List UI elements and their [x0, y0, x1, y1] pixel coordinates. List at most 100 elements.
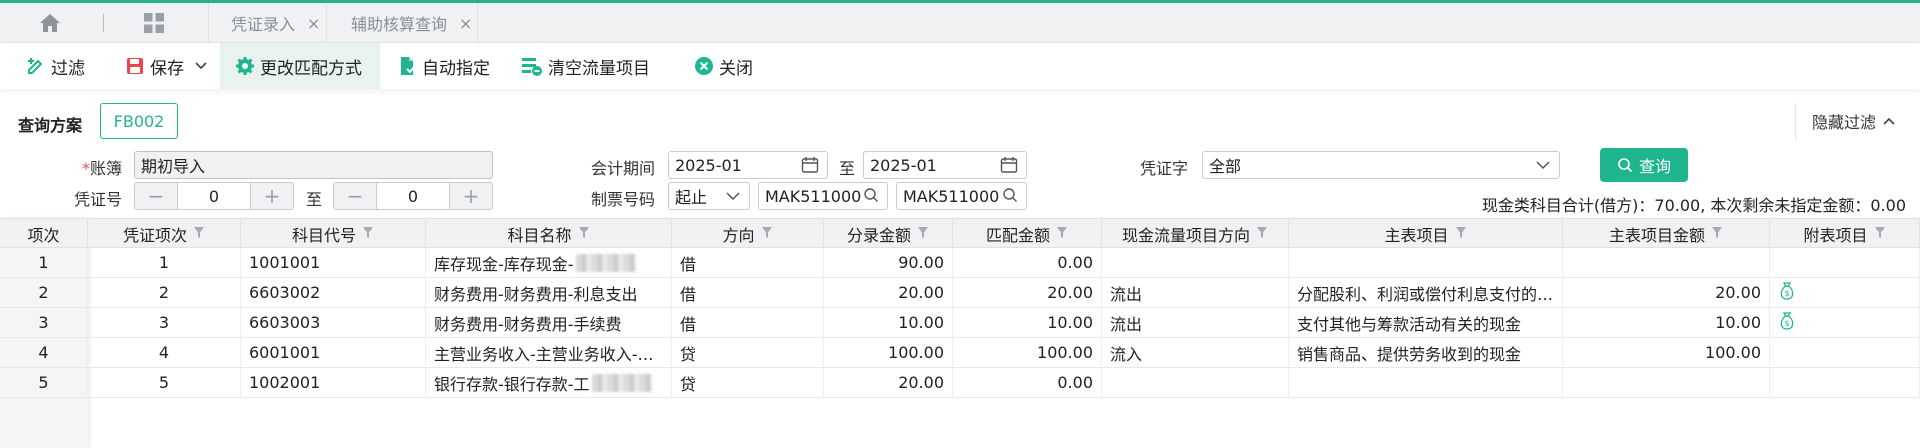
cell-amount[interactable]: 10.00	[824, 308, 953, 337]
auto-assign-button[interactable]: 自动指定	[397, 43, 490, 89]
change-match-button[interactable]: 更改匹配方式	[220, 43, 380, 89]
column-header[interactable]: 附表项目	[1770, 219, 1920, 248]
search-icon[interactable]	[863, 187, 879, 203]
home-icon[interactable]	[38, 12, 62, 34]
cell-match[interactable]: 0.00	[953, 368, 1102, 397]
cell-sub-item[interactable]	[1770, 368, 1920, 397]
column-header[interactable]: 主表项目金额	[1563, 219, 1770, 248]
cell-main-amount[interactable]	[1563, 248, 1770, 277]
cell-flow[interactable]: 流出	[1102, 308, 1289, 337]
cell-sub-item[interactable]	[1770, 338, 1920, 367]
decrement-button[interactable]: −	[334, 183, 376, 209]
cell-code[interactable]: 1001001	[241, 248, 426, 277]
cell-amount[interactable]: 20.00	[824, 278, 953, 307]
filter-icon[interactable]	[917, 224, 929, 243]
money-bag-icon[interactable]: $	[1778, 281, 1796, 305]
cell-main[interactable]: 销售商品、提供劳务收到的现金	[1289, 338, 1563, 367]
filter-icon[interactable]	[578, 224, 590, 243]
voucher-word-select[interactable]: 全部	[1202, 151, 1560, 179]
cell-amount[interactable]: 90.00	[824, 248, 953, 277]
cell-flow[interactable]	[1102, 368, 1289, 397]
cell-code[interactable]: 1002001	[241, 368, 426, 397]
cell-code[interactable]: 6603003	[241, 308, 426, 337]
filter-button[interactable]: 过滤	[26, 43, 85, 89]
filter-icon[interactable]	[761, 224, 773, 243]
cell-seq[interactable]: 4	[88, 338, 241, 367]
column-header[interactable]: 科目名称	[426, 219, 672, 248]
cell-match[interactable]: 0.00	[953, 248, 1102, 277]
cell-idx[interactable]: 1	[0, 248, 88, 277]
tab-voucher-entry[interactable]: 凭证录入 ×	[208, 3, 326, 43]
cell-amount[interactable]: 20.00	[824, 368, 953, 397]
filter-icon[interactable]	[1056, 224, 1068, 243]
cell-seq[interactable]: 3	[88, 308, 241, 337]
search-icon[interactable]	[1002, 187, 1018, 203]
table-row[interactable]: 2 2 6603002 财务费用-财务费用-利息支出 借 20.00 20.00 流出 分配股利…	[0, 278, 1920, 308]
cell-dir[interactable]: 贷	[672, 368, 824, 397]
cell-main-amount[interactable]: 20.00	[1563, 278, 1770, 307]
filter-icon[interactable]	[1455, 224, 1467, 243]
cell-main-amount[interactable]	[1563, 368, 1770, 397]
chevron-down-icon[interactable]	[194, 61, 208, 71]
voucher-from-value[interactable]: 0	[177, 183, 251, 209]
period-to-field[interactable]: 2025-01	[863, 151, 1027, 179]
cell-dir[interactable]: 借	[672, 248, 824, 277]
cell-main[interactable]: 分配股利、利润或偿付利息支付的…	[1289, 278, 1563, 307]
cell-name[interactable]: 库存现金-库存现金-	[426, 248, 672, 277]
cell-seq[interactable]: 1	[88, 248, 241, 277]
cell-main-amount[interactable]: 10.00	[1563, 308, 1770, 337]
money-bag-icon[interactable]: $	[1778, 311, 1796, 335]
tab-close-icon[interactable]: ×	[459, 14, 472, 33]
voucher-from-stepper[interactable]: − 0 +	[134, 182, 294, 210]
table-row[interactable]: 3 3 6603003 财务费用-财务费用-手续费 借 10.00 10.00 流出 支付其他与…	[0, 308, 1920, 338]
column-header[interactable]: 匹配金额	[953, 219, 1102, 248]
column-header[interactable]: 凭证项次	[88, 219, 241, 248]
cell-idx[interactable]: 4	[0, 338, 88, 367]
tab-auxiliary-query[interactable]: 辅助核算查询 ×	[326, 3, 478, 43]
cell-dir[interactable]: 贷	[672, 338, 824, 367]
filter-icon[interactable]	[362, 224, 374, 243]
cell-sub-item[interactable]: $	[1770, 278, 1920, 307]
cell-code[interactable]: 6603002	[241, 278, 426, 307]
cell-name[interactable]: 财务费用-财务费用-利息支出	[426, 278, 672, 307]
cell-sub-item[interactable]: $	[1770, 308, 1920, 337]
query-button[interactable]: 查询	[1600, 148, 1688, 182]
cell-name[interactable]: 银行存款-银行存款-工	[426, 368, 672, 397]
decrement-button[interactable]: −	[135, 183, 177, 209]
column-header[interactable]: 项次	[0, 219, 88, 248]
cell-main-amount[interactable]: 100.00	[1563, 338, 1770, 367]
column-header[interactable]: 方向	[672, 219, 824, 248]
calendar-icon[interactable]	[801, 156, 819, 174]
cell-idx[interactable]: 2	[0, 278, 88, 307]
cell-main[interactable]	[1289, 368, 1563, 397]
column-header[interactable]: 现金流量项目方向	[1102, 219, 1289, 248]
column-header[interactable]: 分录金额	[824, 219, 953, 248]
invoice-mode-select[interactable]: 起止	[668, 182, 750, 210]
close-button[interactable]: 关闭	[694, 43, 753, 89]
voucher-to-stepper[interactable]: − 0 +	[333, 182, 493, 210]
increment-button[interactable]: +	[251, 183, 293, 209]
table-row[interactable]: 1 1 1001001 库存现金-库存现金- 借 90.00 0.00	[0, 248, 1920, 278]
save-button[interactable]: 保存	[125, 43, 213, 89]
cell-name[interactable]: 主营业务收入-主营业务收入-…	[426, 338, 672, 367]
table-row[interactable]: 4 4 6001001 主营业务收入-主营业务收入-… 贷 100.00 100.00 流入 销…	[0, 338, 1920, 368]
cell-match[interactable]: 20.00	[953, 278, 1102, 307]
voucher-to-value[interactable]: 0	[376, 183, 450, 209]
column-header[interactable]: 科目代号	[241, 219, 426, 248]
cell-seq[interactable]: 2	[88, 278, 241, 307]
cell-dir[interactable]: 借	[672, 278, 824, 307]
cell-match[interactable]: 100.00	[953, 338, 1102, 367]
scheme-chip-fb002[interactable]: FB002	[100, 103, 178, 139]
cell-flow[interactable]	[1102, 248, 1289, 277]
cell-sub-item[interactable]	[1770, 248, 1920, 277]
cell-name[interactable]: 财务费用-财务费用-手续费	[426, 308, 672, 337]
period-from-field[interactable]: 2025-01	[668, 151, 828, 179]
app-grid-icon[interactable]	[143, 12, 165, 34]
filter-icon[interactable]	[1256, 224, 1268, 243]
increment-button[interactable]: +	[450, 183, 492, 209]
cell-idx[interactable]: 5	[0, 368, 88, 397]
cell-dir[interactable]: 借	[672, 308, 824, 337]
cell-idx[interactable]: 3	[0, 308, 88, 337]
hide-filter-button[interactable]: 隐藏过滤	[1795, 103, 1905, 139]
cell-flow[interactable]: 流入	[1102, 338, 1289, 367]
